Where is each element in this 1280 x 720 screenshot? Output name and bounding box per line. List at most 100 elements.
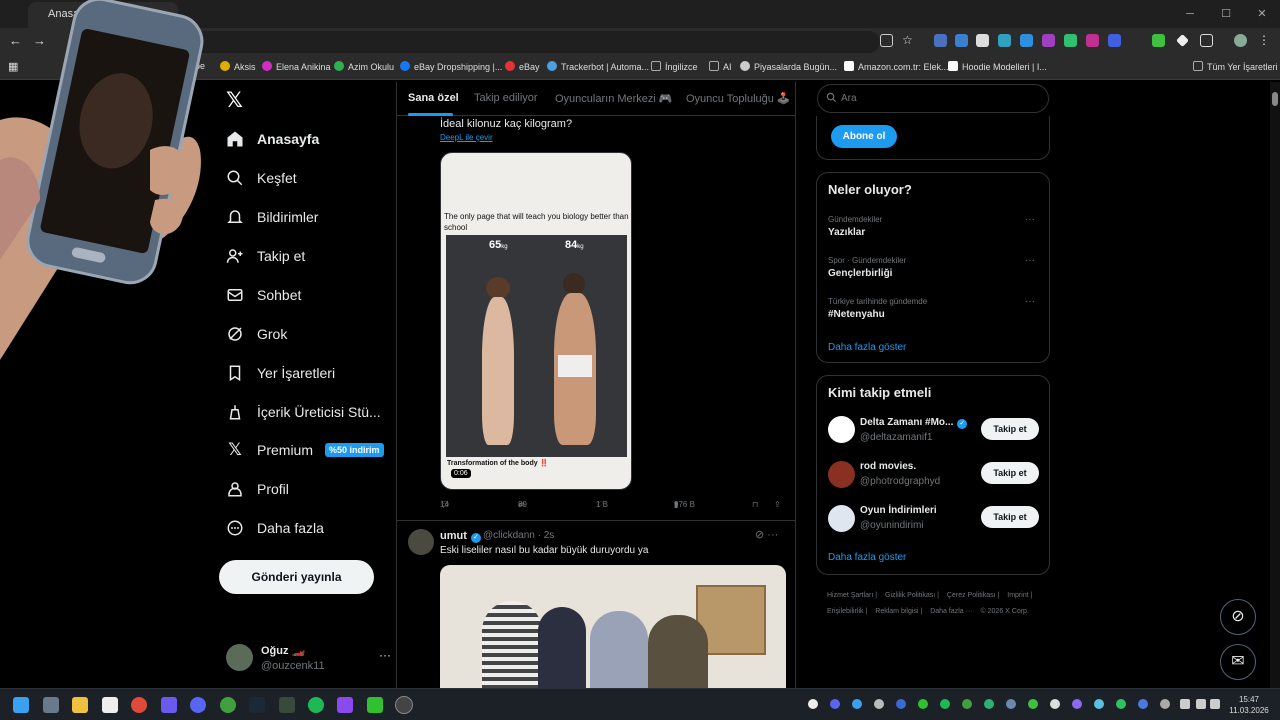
- tray-icon[interactable]: [1028, 699, 1038, 709]
- extension-icon[interactable]: [1020, 34, 1033, 47]
- tray-icon[interactable]: [1094, 699, 1104, 709]
- tab-for-you[interactable]: Sana özel: [408, 92, 459, 104]
- tab-gamers-hub[interactable]: Oyuncuların Merkezi 🎮: [555, 92, 673, 105]
- extension-icon[interactable]: [955, 34, 968, 47]
- nav-follow[interactable]: Takip et: [226, 241, 305, 271]
- tray-icon[interactable]: [962, 699, 972, 709]
- tray-icon[interactable]: [1160, 699, 1170, 709]
- bookmark-icon[interactable]: ⊓: [752, 500, 758, 509]
- extension-icon[interactable]: [1176, 34, 1189, 47]
- extension-icon[interactable]: [998, 34, 1011, 47]
- bookmark-item[interactable]: Trackerbot | Automa...: [547, 61, 649, 72]
- system-clock[interactable]: 15:47 11.03.2026: [1224, 694, 1274, 716]
- close-window-button[interactable]: ✕: [1244, 0, 1280, 28]
- tray-icon[interactable]: [808, 699, 818, 709]
- star-icon[interactable]: ☆: [902, 34, 915, 47]
- task-view-icon[interactable]: [43, 697, 59, 713]
- forward-icon[interactable]: →: [33, 33, 46, 48]
- tray-icon[interactable]: [1138, 699, 1148, 709]
- translate-link[interactable]: DeepL ile çevir: [440, 133, 493, 142]
- trend-item[interactable]: Yazıklar: [828, 227, 865, 238]
- grok-fab[interactable]: ⊘: [1220, 599, 1256, 635]
- nav-more[interactable]: Daha fazla: [226, 513, 324, 543]
- file-explorer-icon[interactable]: [72, 697, 88, 713]
- tray-icon[interactable]: [1050, 699, 1060, 709]
- tray-icon[interactable]: [984, 699, 994, 709]
- grok-icon[interactable]: ⊘: [755, 529, 764, 541]
- extension-icon[interactable]: [934, 34, 947, 47]
- discord-icon[interactable]: [190, 697, 206, 713]
- bookmark-item[interactable]: Piyasalarda Bugün...: [740, 61, 837, 72]
- more-dots-icon[interactable]: ···: [1025, 255, 1035, 266]
- footer-link[interactable]: Imprint |: [1007, 588, 1032, 604]
- nav-notifications[interactable]: Bildirimler: [226, 202, 318, 232]
- x-logo-icon[interactable]: 𝕏: [226, 88, 243, 113]
- maximize-button[interactable]: ☐: [1208, 0, 1244, 28]
- avatar[interactable]: [828, 505, 855, 532]
- bookmark-item[interactable]: Aksis: [220, 61, 256, 72]
- avatar[interactable]: [828, 416, 855, 443]
- tweet-author-handle[interactable]: @clickdann · 2s: [483, 530, 554, 541]
- bookmark-item[interactable]: eBay Dropshipping |...: [400, 61, 502, 72]
- tray-icon[interactable]: [1116, 699, 1126, 709]
- extension-icon[interactable]: [1042, 34, 1055, 47]
- messages-fab[interactable]: ✉: [1220, 644, 1256, 680]
- bookmark-item[interactable]: eBay: [505, 61, 540, 72]
- tray-icon[interactable]: [1072, 699, 1082, 709]
- nav-bookmarks[interactable]: Yer İşaretleri: [226, 358, 335, 388]
- bookmark-item[interactable]: ube: [190, 61, 205, 71]
- tab-gamer-community[interactable]: Oyuncu Topluluğu 🕹️: [686, 92, 791, 105]
- tweet-author-name[interactable]: umut ✓: [440, 530, 481, 543]
- extension-icon[interactable]: [1152, 34, 1165, 47]
- tray-icon[interactable]: [918, 699, 928, 709]
- install-icon[interactable]: [880, 34, 893, 47]
- extension-icon[interactable]: [1108, 34, 1121, 47]
- follow-button[interactable]: Takip et: [981, 418, 1039, 440]
- avatar[interactable]: [828, 461, 855, 488]
- extension-icon[interactable]: [1086, 34, 1099, 47]
- chrome-icon[interactable]: [131, 697, 147, 713]
- extension-icon[interactable]: [976, 34, 989, 47]
- subscribe-button[interactable]: Abone ol: [831, 125, 897, 148]
- profile-avatar-icon[interactable]: [1234, 34, 1247, 47]
- trends-show-more[interactable]: Daha fazla göster: [828, 342, 906, 353]
- apps-grid-icon[interactable]: ▦: [8, 60, 18, 73]
- bookmark-item[interactable]: Hoodie Modelleri | I...: [948, 61, 1047, 72]
- footer-link[interactable]: Reklam bilgisi |: [875, 604, 922, 620]
- tray-icon[interactable]: [896, 699, 906, 709]
- back-icon[interactable]: ←: [9, 33, 22, 48]
- bookmark-item[interactable]: Amazon.com.tr: Elek...: [844, 61, 949, 72]
- footer-link[interactable]: Hizmet Şartları |: [827, 588, 877, 604]
- network-icon[interactable]: [1196, 699, 1206, 709]
- who-to-follow-show-more[interactable]: Daha fazla göster: [828, 552, 906, 563]
- search-input[interactable]: Ara: [817, 84, 1049, 113]
- tweet-image[interactable]: [440, 565, 786, 688]
- extension-icon[interactable]: [1064, 34, 1077, 47]
- footer-link[interactable]: Çerez Politikası |: [947, 588, 999, 604]
- more-dots-icon[interactable]: ···: [1025, 296, 1035, 307]
- xbox-icon[interactable]: [220, 697, 236, 713]
- tray-icon[interactable]: [1006, 699, 1016, 709]
- browser-tab[interactable]: Anasayfa: [28, 2, 178, 28]
- more-dots-icon[interactable]: ···: [767, 529, 778, 541]
- more-dots-icon[interactable]: ···: [379, 648, 391, 662]
- account-switcher[interactable]: Oğuz 🏎️ @ouzcenk11 ···: [226, 642, 391, 682]
- footer-link[interactable]: Gizlilik Politikası |: [885, 588, 939, 604]
- suggested-user-name[interactable]: Oyun İndirimleri: [860, 505, 937, 516]
- follow-button[interactable]: Takip et: [981, 462, 1039, 484]
- follow-button[interactable]: Takip et: [981, 506, 1039, 528]
- suggested-user-name[interactable]: rod movies.: [860, 461, 916, 472]
- bookmark-item[interactable]: Azim Okulu: [334, 61, 394, 72]
- address-bar[interactable]: [175, 31, 880, 53]
- tray-icon[interactable]: [874, 699, 884, 709]
- page-scrollbar[interactable]: [1270, 82, 1280, 688]
- app-icon[interactable]: [367, 697, 383, 713]
- nav-premium[interactable]: 𝕏 Premium %50 indirim: [226, 435, 384, 465]
- store-icon[interactable]: [102, 697, 118, 713]
- puzzle-icon[interactable]: [1200, 34, 1213, 47]
- nav-profile[interactable]: Profil: [226, 474, 289, 504]
- tweet-video[interactable]: The only page that will teach you biolog…: [440, 152, 632, 490]
- footer-link[interactable]: Daha fazla ···: [930, 604, 972, 620]
- minimize-button[interactable]: ─: [1172, 0, 1208, 28]
- trend-item[interactable]: Gençlerbirliği: [828, 268, 892, 279]
